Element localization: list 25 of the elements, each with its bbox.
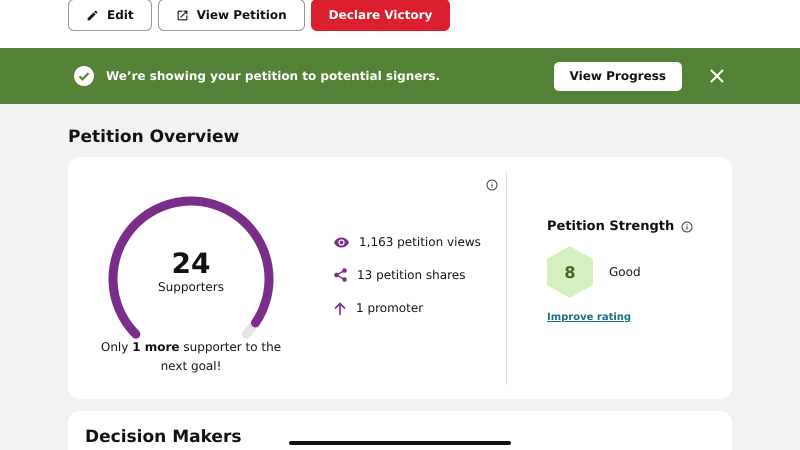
rating-text: Good bbox=[609, 265, 641, 279]
goal-message: Only 1 more supporter to the next goal! bbox=[100, 338, 282, 375]
strength-title: Petition Strength bbox=[547, 219, 674, 234]
info-icon[interactable] bbox=[486, 179, 498, 191]
eye-icon bbox=[334, 236, 349, 248]
view-button[interactable]: View Petition bbox=[158, 0, 305, 31]
declare-button[interactable]: Declare Victory bbox=[310, 0, 450, 31]
stat-text: 13 petition shares bbox=[357, 268, 466, 282]
card-title: Decision Makers bbox=[85, 427, 242, 447]
close-icon[interactable] bbox=[710, 69, 724, 83]
stat-text: 1,163 petition views bbox=[359, 235, 481, 249]
edit-button[interactable]: Edit bbox=[68, 0, 152, 31]
banner-message: We’re showing your petition to potential signers. bbox=[106, 69, 442, 83]
arrow-up-icon bbox=[334, 302, 346, 314]
improve-rating-link[interactable]: Improve rating bbox=[547, 312, 632, 323]
stat-text: 1 promoter bbox=[356, 301, 424, 315]
pencil-icon bbox=[86, 8, 99, 22]
supporters-label: Supporters bbox=[158, 280, 224, 294]
external-link-icon bbox=[176, 8, 189, 22]
view-progress-button[interactable]: View Progress bbox=[554, 62, 682, 90]
supporter-count: 24 bbox=[172, 248, 210, 280]
info-icon[interactable] bbox=[681, 220, 694, 232]
share-icon bbox=[334, 268, 347, 282]
section-title: Petition Overview bbox=[68, 126, 240, 149]
check-circle-icon bbox=[74, 66, 94, 86]
